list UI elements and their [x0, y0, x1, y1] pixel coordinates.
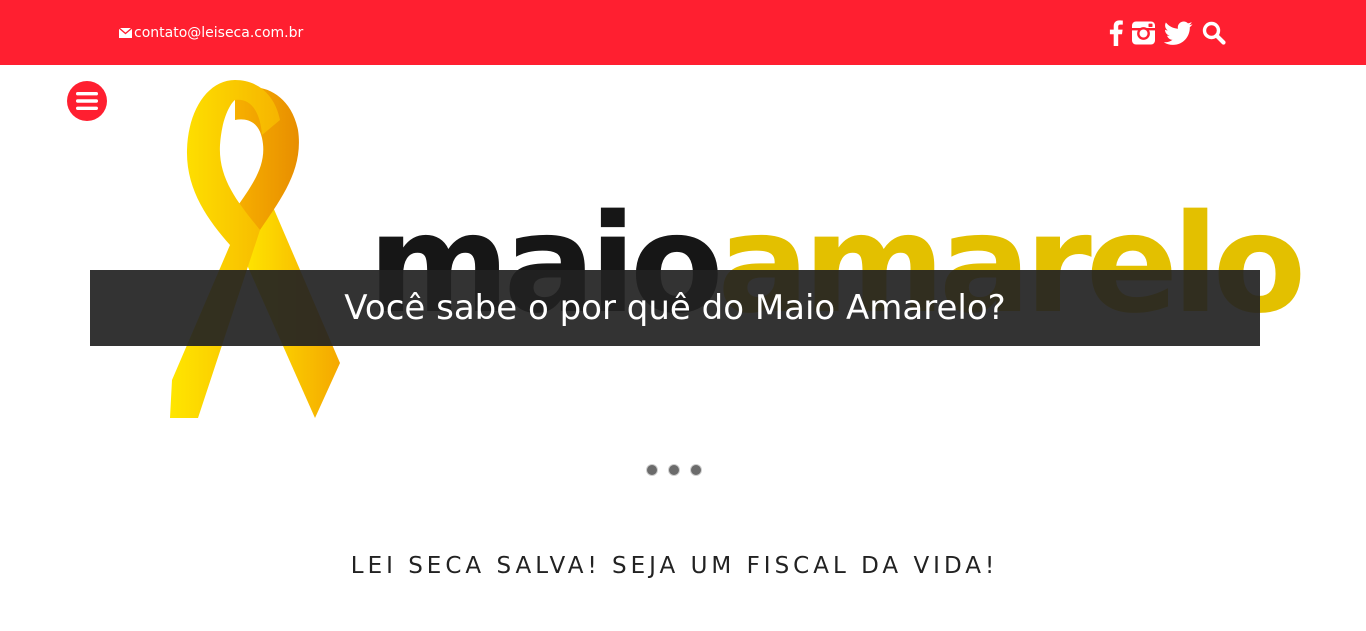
- hero-slider: maioamarelo: [0, 65, 1366, 465]
- instagram-icon[interactable]: [1131, 20, 1156, 46]
- facebook-icon[interactable]: [1109, 20, 1123, 46]
- twitter-icon[interactable]: [1164, 20, 1193, 46]
- envelope-icon: [119, 28, 132, 38]
- slide-dot-1[interactable]: [646, 464, 658, 476]
- email-text: contato@leiseca.com.br: [134, 25, 304, 41]
- email-link[interactable]: contato@leiseca.com.br: [119, 23, 303, 43]
- slider-pagination: [646, 464, 706, 478]
- search-icon[interactable]: [1202, 20, 1226, 46]
- slide-dot-3[interactable]: [690, 464, 702, 476]
- tagline: LEI SECA SALVA! SEJA UM FISCAL DA VIDA!: [350, 553, 999, 579]
- yellow-ribbon-icon: [170, 80, 340, 418]
- slide-caption[interactable]: Você sabe o por quê do Maio Amarelo?: [90, 270, 1260, 346]
- slide-caption-bar: Você sabe o por quê do Maio Amarelo?: [90, 270, 1260, 346]
- slide-dot-2[interactable]: [668, 464, 680, 476]
- top-bar: contato@leiseca.com.br: [0, 0, 1366, 65]
